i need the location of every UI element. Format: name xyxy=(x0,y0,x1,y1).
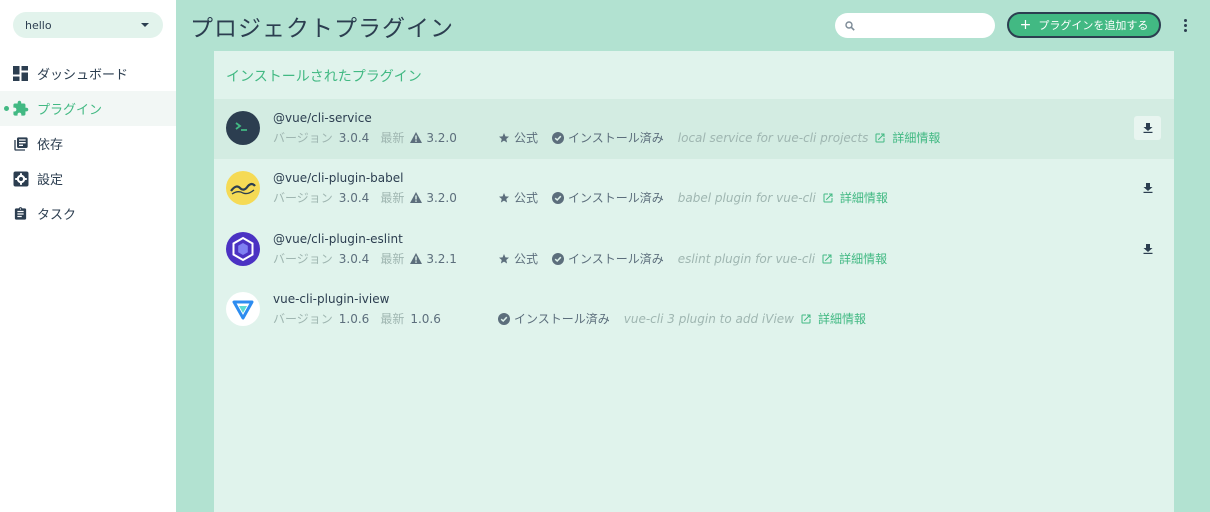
plugin-row[interactable]: @vue/cli-plugin-babel バージョン 3.0.4 最新 3.2… xyxy=(214,159,1174,219)
open-in-new-icon xyxy=(801,314,811,323)
search-icon xyxy=(845,16,855,35)
check-circle-icon xyxy=(552,191,565,204)
more-info-link[interactable]: 詳細情報 xyxy=(821,250,887,267)
plugin-description: local service for vue-cli projects xyxy=(677,130,869,145)
sidebar-item-plugins[interactable]: プラグイン xyxy=(0,91,176,126)
update-button[interactable] xyxy=(1134,176,1161,200)
plugin-name: @vue/cli-plugin-eslint xyxy=(273,232,403,246)
panel-title: インストールされたプラグイン xyxy=(226,69,422,85)
plugin-description: vue-cli 3 plugin to add iView xyxy=(623,311,794,326)
sidebar-nav: ダッシュボード プラグイン 依存 設定 タスク xyxy=(0,56,176,231)
eslint-logo-icon xyxy=(226,232,260,266)
iview-logo-icon xyxy=(226,292,260,326)
babel-logo-icon xyxy=(226,171,260,205)
plugin-version: バージョン 3.0.4 最新 3.2.1 xyxy=(273,251,457,267)
active-indicator xyxy=(4,106,9,111)
plugin-meta: 公式 インストール済み babel plugin for vue-cli 詳細情… xyxy=(498,189,888,206)
more-info-link[interactable]: 詳細情報 xyxy=(800,310,866,327)
sidebar-item-settings[interactable]: 設定 xyxy=(0,161,176,196)
update-button[interactable] xyxy=(1134,237,1161,261)
sidebar: hello ダッシュボード プラグイン 依存 設定 タスク xyxy=(0,0,176,512)
add-plugin-button-label: プラグインを追加する xyxy=(1038,19,1149,32)
project-select-label: hello xyxy=(25,18,52,32)
search-box[interactable] xyxy=(835,13,995,38)
library-books-icon xyxy=(12,135,29,152)
more-options-button[interactable] xyxy=(1178,16,1192,34)
sidebar-item-label: 設定 xyxy=(37,173,64,188)
plugin-meta: 公式 インストール済み eslint plugin for vue-cli 詳細… xyxy=(498,250,887,267)
search-input[interactable] xyxy=(861,19,991,32)
vue-cli-service-logo-icon xyxy=(226,111,260,145)
plugin-version: バージョン 3.0.4 最新 3.2.0 xyxy=(273,130,457,146)
warning-icon xyxy=(410,132,423,143)
more-info-link[interactable]: 詳細情報 xyxy=(822,189,888,206)
plus-icon: + xyxy=(1019,17,1032,33)
warning-icon xyxy=(410,192,423,203)
sidebar-item-label: タスク xyxy=(37,208,77,223)
installed-badge: インストール済み xyxy=(552,129,664,146)
sidebar-item-dependencies[interactable]: 依存 xyxy=(0,126,176,161)
sidebar-item-label: 依存 xyxy=(37,138,64,153)
download-icon xyxy=(1143,244,1152,254)
plugin-version: バージョン 3.0.4 最新 3.2.0 xyxy=(273,190,457,206)
download-icon xyxy=(1143,123,1152,133)
installed-badge: インストール済み xyxy=(552,250,664,267)
official-badge: 公式 xyxy=(498,189,538,206)
plugin-row[interactable]: @vue/cli-service バージョン 3.0.4 最新 3.2.0 公式… xyxy=(214,99,1174,159)
official-badge: 公式 xyxy=(498,250,538,267)
clipboard-icon xyxy=(12,205,29,222)
settings-icon xyxy=(12,170,29,187)
puzzle-icon xyxy=(12,100,29,117)
plugin-description: eslint plugin for vue-cli xyxy=(677,251,816,266)
installed-plugins-panel: インストールされたプラグイン @vue/cli-service バージョン 3.… xyxy=(214,51,1174,512)
dashboard-icon xyxy=(12,65,29,82)
open-in-new-icon xyxy=(822,254,832,263)
open-in-new-icon xyxy=(875,133,885,142)
check-circle-icon xyxy=(498,312,510,325)
sidebar-item-label: プラグイン xyxy=(37,103,103,118)
project-select[interactable]: hello xyxy=(13,12,163,38)
sidebar-item-tasks[interactable]: タスク xyxy=(0,196,176,231)
more-info-link[interactable]: 詳細情報 xyxy=(874,129,940,146)
plugin-row[interactable]: @vue/cli-plugin-eslint バージョン 3.0.4 最新 3.… xyxy=(214,220,1174,280)
open-in-new-icon xyxy=(823,193,833,202)
star-icon xyxy=(499,192,509,202)
plugin-meta: 公式 インストール済み local service for vue-cli pr… xyxy=(498,129,940,146)
check-circle-icon xyxy=(552,131,565,144)
plugin-name: @vue/cli-plugin-babel xyxy=(273,171,404,185)
plugin-description: babel plugin for vue-cli xyxy=(677,190,816,205)
warning-icon xyxy=(410,253,423,264)
sidebar-item-label: ダッシュボード xyxy=(37,68,129,83)
installed-badge: インストール済み xyxy=(498,310,610,327)
add-plugin-button[interactable]: + プラグインを追加する xyxy=(1007,12,1161,38)
installed-badge: インストール済み xyxy=(552,189,664,206)
caret-down-icon xyxy=(141,23,149,27)
more-vert-icon xyxy=(1183,18,1187,22)
page-title: プロジェクトプラグイン xyxy=(190,16,454,42)
official-badge: 公式 xyxy=(498,129,538,146)
plugin-version: バージョン 1.0.6 最新 1.0.6 xyxy=(273,311,441,327)
sidebar-item-dashboard[interactable]: ダッシュボード xyxy=(0,56,176,91)
plugin-name: @vue/cli-service xyxy=(273,111,372,125)
plugin-row[interactable]: vue-cli-plugin-iview バージョン 1.0.6 最新 1.0.… xyxy=(214,280,1174,340)
check-circle-icon xyxy=(552,252,565,265)
plugin-name: vue-cli-plugin-iview xyxy=(273,292,390,306)
star-icon xyxy=(499,253,509,263)
download-icon xyxy=(1143,183,1152,193)
star-icon xyxy=(499,132,509,142)
update-button[interactable] xyxy=(1134,116,1161,140)
plugin-meta: インストール済み vue-cli 3 plugin to add iView 詳… xyxy=(498,310,866,327)
